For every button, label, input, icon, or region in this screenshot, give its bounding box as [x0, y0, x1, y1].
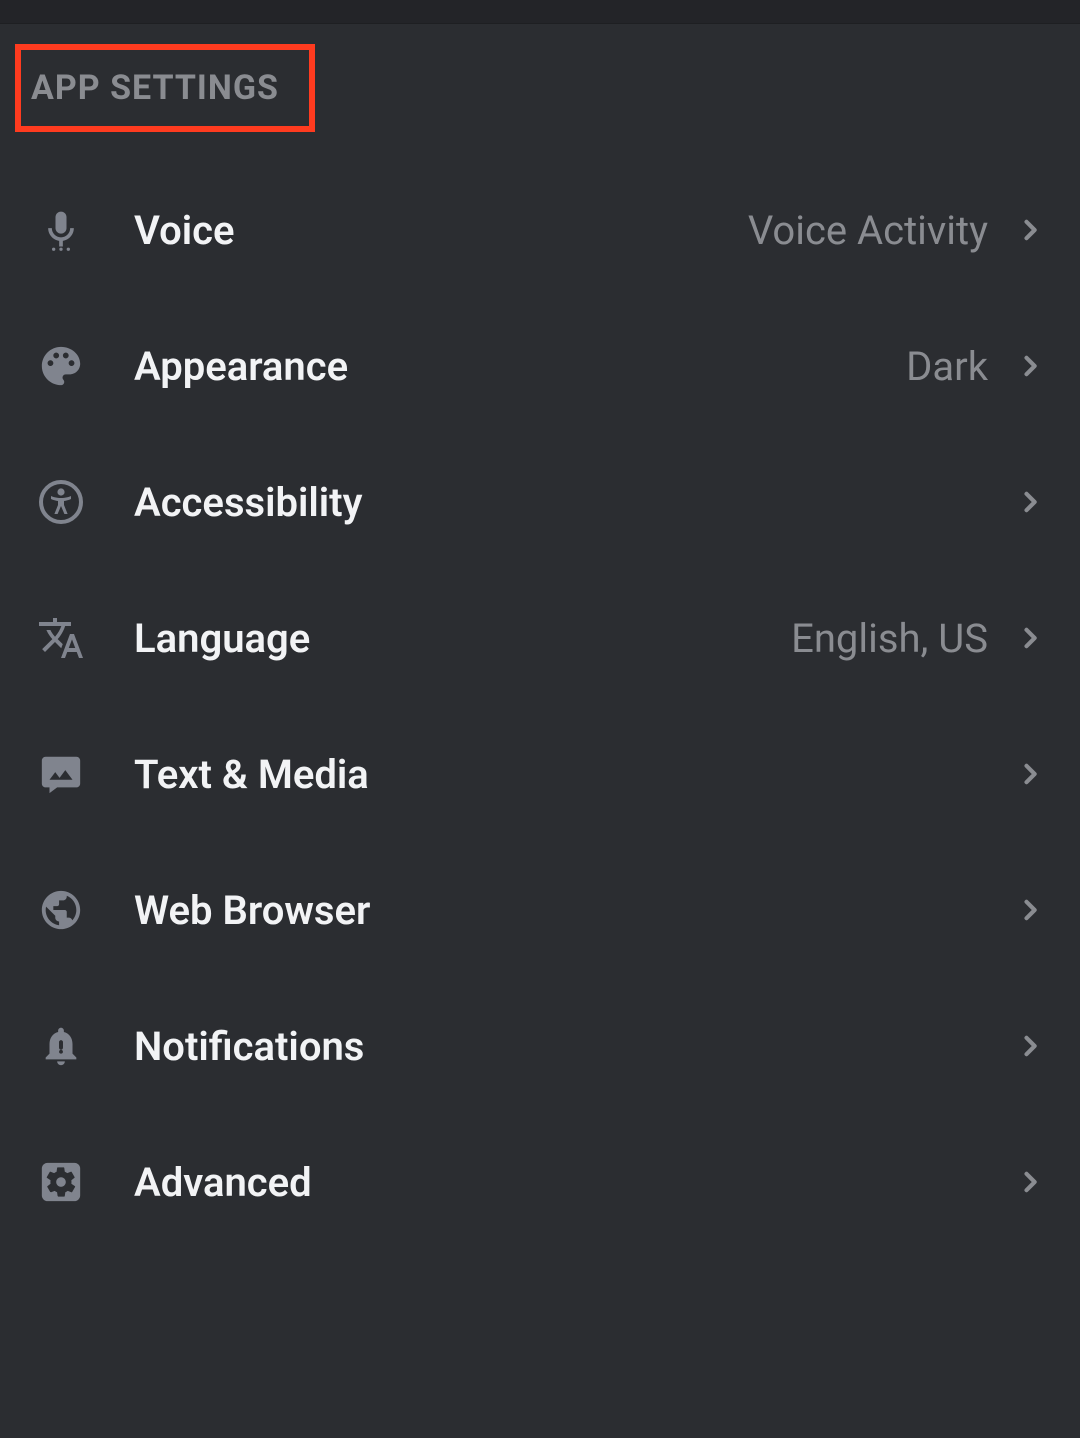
settings-row-label: Text & Media [134, 751, 988, 798]
chevron-right-icon [1016, 1032, 1044, 1060]
chevron-right-icon [1016, 352, 1044, 380]
settings-row-label: Voice [134, 207, 748, 254]
settings-row-value: Voice Activity [748, 207, 988, 254]
settings-row-label: Language [134, 615, 791, 662]
settings-row-value: Dark [906, 343, 988, 390]
settings-row-label: Appearance [134, 343, 906, 390]
settings-row-advanced[interactable]: Advanced [36, 1114, 1044, 1250]
section-header-container: APP SETTINGS [0, 24, 1080, 162]
bell-icon [36, 1021, 86, 1071]
palette-icon [36, 341, 86, 391]
settings-row-label: Advanced [134, 1159, 988, 1206]
language-icon [36, 613, 86, 663]
accessibility-icon [36, 477, 86, 527]
settings-row-label: Web Browser [134, 887, 988, 934]
globe-icon [36, 885, 86, 935]
chevron-right-icon [1016, 624, 1044, 652]
chevron-right-icon [1016, 896, 1044, 924]
microphone-icon [36, 205, 86, 255]
chevron-right-icon [1016, 488, 1044, 516]
settings-row-appearance[interactable]: Appearance Dark [36, 298, 1044, 434]
settings-row-text-media[interactable]: Text & Media [36, 706, 1044, 842]
section-header-highlight: APP SETTINGS [15, 44, 315, 132]
chevron-right-icon [1016, 1168, 1044, 1196]
settings-row-label: Notifications [134, 1023, 988, 1070]
chevron-right-icon [1016, 216, 1044, 244]
settings-row-notifications[interactable]: Notifications [36, 978, 1044, 1114]
section-header: APP SETTINGS [31, 68, 279, 108]
settings-row-web-browser[interactable]: Web Browser [36, 842, 1044, 978]
gear-box-icon [36, 1157, 86, 1207]
settings-row-label: Accessibility [134, 479, 988, 526]
chevron-right-icon [1016, 760, 1044, 788]
top-divider [0, 0, 1080, 24]
settings-row-language[interactable]: Language English, US [36, 570, 1044, 706]
image-message-icon [36, 749, 86, 799]
settings-list: Voice Voice Activity Appearance Dark Acc… [0, 162, 1080, 1250]
settings-row-value: English, US [791, 615, 988, 662]
settings-row-voice[interactable]: Voice Voice Activity [36, 162, 1044, 298]
settings-row-accessibility[interactable]: Accessibility [36, 434, 1044, 570]
